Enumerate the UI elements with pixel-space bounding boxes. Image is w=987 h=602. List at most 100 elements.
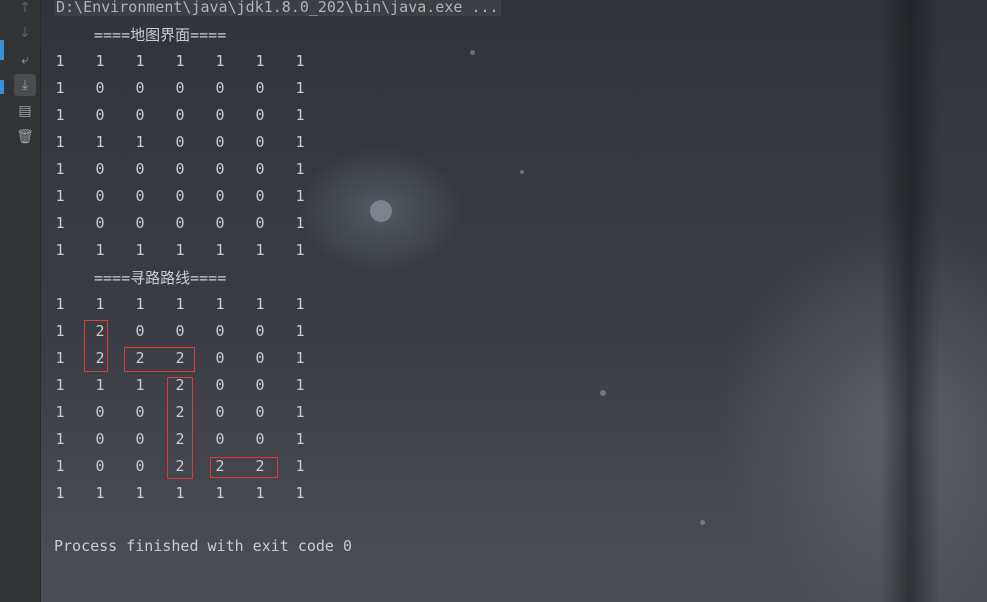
- trash-icon[interactable]: 🗑: [14, 126, 36, 148]
- grid-cell: 0: [95, 457, 105, 475]
- grid-cell: 1: [55, 187, 65, 205]
- grid-cell: 0: [215, 430, 225, 448]
- grid-cell: 1: [95, 484, 105, 502]
- grid-cell: 0: [215, 79, 225, 97]
- grid-cell: 1: [55, 430, 65, 448]
- grid-cell: 1: [255, 52, 265, 70]
- grid-cell: 1: [255, 295, 265, 313]
- grid-cell: 1: [135, 376, 145, 394]
- grid-cell: 1: [135, 484, 145, 502]
- grid-cell: 0: [255, 160, 265, 178]
- grid-cell: 1: [255, 484, 265, 502]
- snow-dot: [470, 50, 475, 55]
- grid-cell: 1: [295, 106, 305, 124]
- grid-cell: 0: [95, 160, 105, 178]
- grid-cell: 1: [135, 241, 145, 259]
- grid-cell: 1: [295, 241, 305, 259]
- console-toolbar: ↑ ↓ ⤶ ⤓ ▤ 🗑: [0, 0, 41, 602]
- grid-cell: 1: [95, 241, 105, 259]
- grid-cell: 1: [55, 349, 65, 367]
- grid-cell: 1: [95, 52, 105, 70]
- process-finished-message: Process finished with exit code 0: [54, 537, 353, 555]
- grid-cell: 0: [255, 376, 265, 394]
- grid-cell: 0: [255, 79, 265, 97]
- grid-cell: 0: [215, 133, 225, 151]
- grid-cell: 0: [135, 403, 145, 421]
- grid-cell: 1: [295, 52, 305, 70]
- soft-wrap-icon[interactable]: ⤶: [14, 49, 36, 71]
- grid-cell: 0: [175, 133, 185, 151]
- grid-cell: 1: [55, 106, 65, 124]
- background-shadow: [880, 0, 940, 602]
- command-line: D:\Environment\java\jdk1.8.0_202\bin\jav…: [54, 0, 501, 16]
- grid-cell: 0: [215, 376, 225, 394]
- grid-cell: 1: [55, 484, 65, 502]
- grid-cell: 0: [255, 187, 265, 205]
- grid-cell: 1: [295, 133, 305, 151]
- grid-cell: 0: [215, 106, 225, 124]
- grid-cell: 0: [95, 430, 105, 448]
- grid-cell: 0: [215, 322, 225, 340]
- grid-cell: 0: [215, 349, 225, 367]
- snow-dot: [600, 390, 606, 396]
- grid-cell: 1: [175, 52, 185, 70]
- grid-cell: 1: [175, 484, 185, 502]
- grid-cell: 1: [295, 484, 305, 502]
- grid-cell: 1: [295, 430, 305, 448]
- grid-cell: 0: [95, 403, 105, 421]
- grid-cell: 1: [295, 376, 305, 394]
- grid-cell: 0: [135, 106, 145, 124]
- grid-cell: 1: [55, 214, 65, 232]
- grid-cell: 0: [135, 79, 145, 97]
- path-highlight: [210, 457, 278, 478]
- grid-cell: 1: [295, 187, 305, 205]
- grid-cell: 0: [255, 214, 265, 232]
- grid-cell: 0: [255, 349, 265, 367]
- grid-cell: 0: [255, 322, 265, 340]
- grid-cell: 0: [175, 79, 185, 97]
- grid-cell: 1: [215, 295, 225, 313]
- path-highlight: [84, 320, 108, 372]
- grid-cell: 1: [55, 241, 65, 259]
- grid-cell: 1: [95, 295, 105, 313]
- grid-cell: 1: [295, 160, 305, 178]
- path-highlight: [167, 377, 193, 479]
- grid-cell: 0: [95, 79, 105, 97]
- grid-cell: 0: [255, 403, 265, 421]
- grid-cell: 0: [135, 187, 145, 205]
- grid-cell: 0: [255, 430, 265, 448]
- snow-dot: [370, 200, 392, 222]
- grid-cell: 1: [295, 457, 305, 475]
- path-highlight: [124, 347, 195, 372]
- grid-cell: 1: [215, 52, 225, 70]
- up-arrow-icon[interactable]: ↑: [14, 0, 36, 19]
- grid-cell: 1: [175, 295, 185, 313]
- toolbar-indicator: [0, 40, 4, 60]
- grid-cell: 0: [135, 322, 145, 340]
- grid-cell: 1: [135, 52, 145, 70]
- snow-dot: [700, 520, 705, 525]
- grid-cell: 1: [95, 133, 105, 151]
- grid-cell: 0: [135, 430, 145, 448]
- scroll-to-end-icon[interactable]: ⤓: [14, 74, 36, 96]
- grid-cell: 0: [175, 106, 185, 124]
- grid-cell: 0: [95, 106, 105, 124]
- grid-cell: 1: [55, 322, 65, 340]
- grid-cell: 1: [55, 133, 65, 151]
- grid-cell: 0: [255, 133, 265, 151]
- grid-cell: 1: [295, 79, 305, 97]
- grid-cell: 1: [55, 403, 65, 421]
- down-arrow-icon[interactable]: ↓: [14, 22, 36, 44]
- grid-cell: 0: [215, 214, 225, 232]
- grid-cell: 1: [55, 160, 65, 178]
- grid-cell: 1: [215, 241, 225, 259]
- grid-cell: 1: [55, 457, 65, 475]
- print-icon[interactable]: ▤: [14, 100, 36, 122]
- grid-cell: 1: [55, 376, 65, 394]
- grid-cell: 1: [55, 79, 65, 97]
- grid-cell: 1: [295, 295, 305, 313]
- grid-cell: 0: [215, 187, 225, 205]
- grid-cell: 1: [175, 241, 185, 259]
- grid-cell: 1: [295, 322, 305, 340]
- grid-cell: 0: [135, 160, 145, 178]
